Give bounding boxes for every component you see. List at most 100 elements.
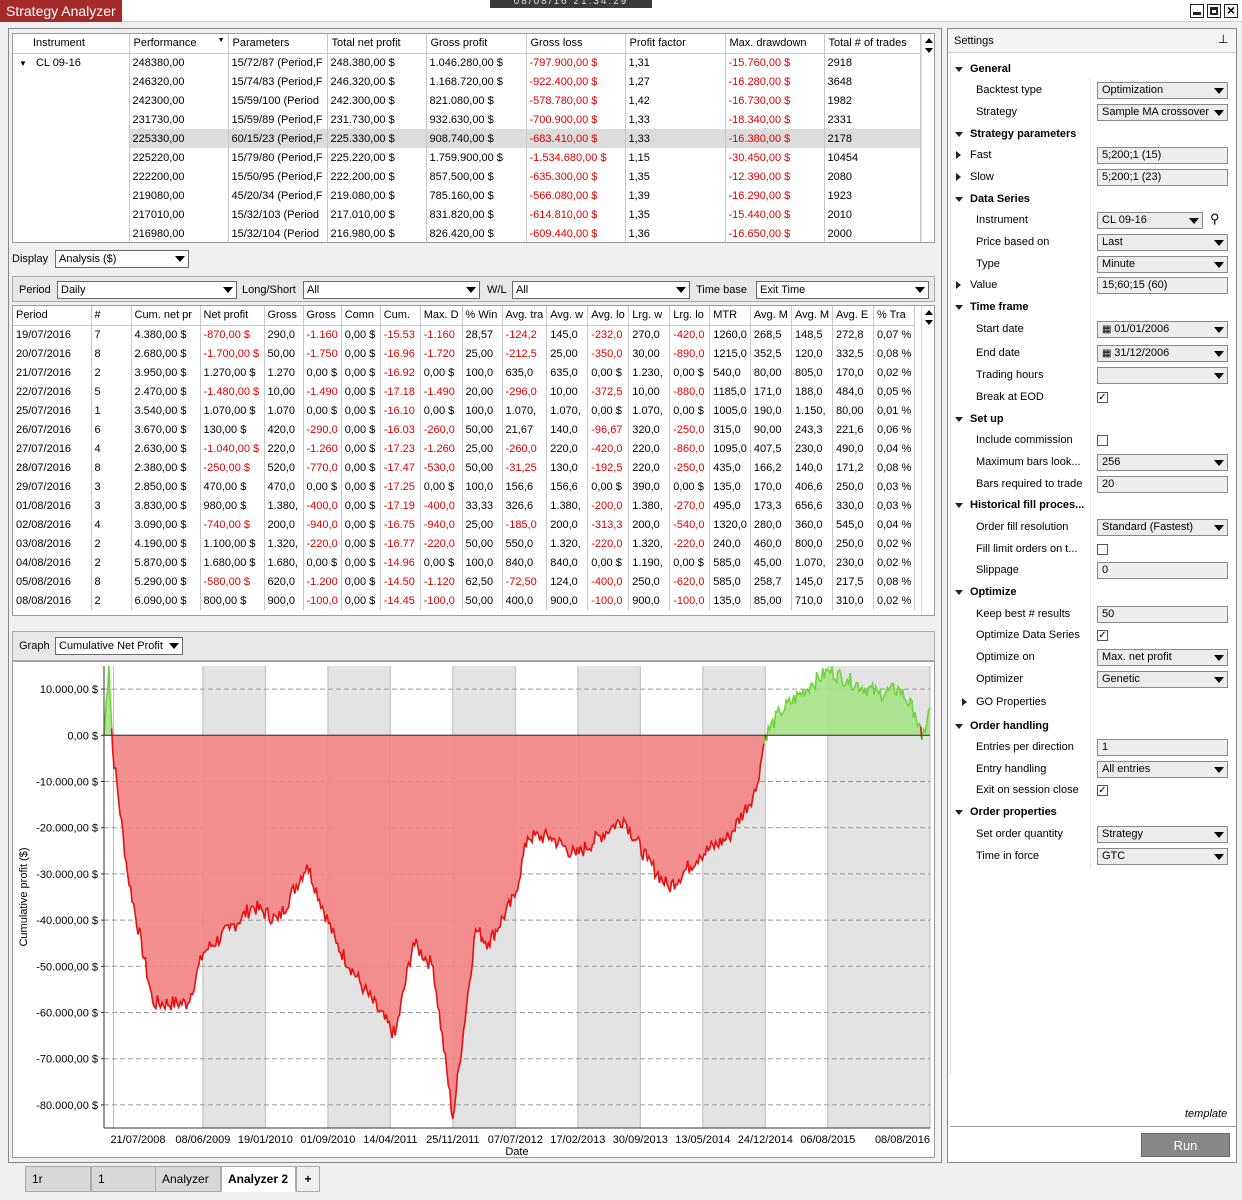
type-select[interactable]: Minute [1097, 256, 1228, 273]
template-link[interactable]: template [1185, 1108, 1227, 1120]
results-column-header[interactable]: Total net profit [327, 34, 427, 54]
search-icon[interactable]: ⚲ [1210, 211, 1220, 227]
optimize_data_series-checkbox[interactable]: ✓ [1097, 630, 1108, 641]
analysis-column-header[interactable]: Avg. lo [587, 306, 630, 326]
slippage-field[interactable]: 0 [1097, 562, 1228, 579]
analysis-column-header[interactable]: Cum. [380, 306, 421, 326]
section-order_properties[interactable]: Order properties [970, 806, 1057, 818]
analysis-column-header[interactable]: Gross [264, 306, 304, 326]
optimize_on-select[interactable]: Max. net profit [1097, 649, 1228, 666]
results-scrollbar[interactable] [921, 34, 934, 242]
maximize-button[interactable] [1207, 4, 1221, 18]
section-order_handling[interactable]: Order handling [970, 720, 1049, 732]
fill_limit-checkbox[interactable] [1097, 544, 1108, 555]
analysis-row[interactable]: 08/08/2016 2 6.090,00 $800,00 $900,0 -100,0… [13, 591, 916, 610]
value-field[interactable]: 15;60;15 (60) [1097, 277, 1228, 294]
wl-select[interactable]: All [512, 281, 690, 299]
analysis-column-header[interactable]: Period [13, 306, 92, 326]
section-collapse-icon[interactable] [955, 503, 963, 508]
results-row[interactable]: 216980,00 15/32/104 (Period 216.980,00 $82… [13, 224, 921, 242]
results-row[interactable]: 225330,00 60/15/23 (Period,F 225.330,00 $9… [13, 129, 921, 148]
analysis-column-header[interactable]: Comn [341, 306, 381, 326]
minimize-button[interactable] [1190, 4, 1204, 18]
max_bars-select[interactable]: 256 [1097, 454, 1228, 471]
results-column-header[interactable]: Parameters [228, 34, 328, 54]
fast-field[interactable]: 5;200;1 (15) [1097, 147, 1228, 164]
results-column-header[interactable]: Instrument [13, 34, 130, 54]
analysis-row[interactable]: 26/07/2016 6 3.670,00 $130,00 $420,0 -290,0… [13, 420, 916, 439]
analysis-column-header[interactable]: % Tra [873, 306, 916, 326]
section-data_series[interactable]: Data Series [970, 193, 1030, 205]
section-historical[interactable]: Historical fill proces... [970, 499, 1084, 511]
pin-icon[interactable]: ⊥ [1218, 32, 1228, 46]
results-row[interactable]: 219080,00 45/20/34 (Period,F 219.080,00 $7… [13, 186, 921, 205]
results-column-header[interactable]: Gross loss [526, 34, 626, 54]
analysis-row[interactable]: 03/08/2016 2 4.190,00 $1.100,00 $1.320, -22… [13, 534, 916, 553]
analysis-column-header[interactable]: Avg. w [546, 306, 589, 326]
period-select[interactable]: Daily [57, 281, 237, 299]
instrument-select[interactable]: CL 09-16 [1097, 212, 1203, 229]
analysis-row[interactable]: 29/07/2016 3 2.850,00 $470,00 $470,0 0,00 $… [13, 477, 916, 496]
analysis-column-header[interactable]: Net profit [200, 306, 265, 326]
analysis-row[interactable]: 20/07/2016 8 2.680,00 $ -1.700,00 $50,00 -1.… [13, 344, 916, 363]
set_order_quantity-select[interactable]: Strategy [1097, 826, 1228, 843]
section-collapse-icon[interactable] [955, 305, 963, 310]
analysis-column-header[interactable]: Avg. M [750, 306, 792, 326]
analysis-column-header[interactable]: Avg. M [791, 306, 833, 326]
analysis-column-header[interactable]: Lrg. lo [669, 306, 711, 326]
expand-icon[interactable] [956, 281, 961, 289]
analysis-scrollbar[interactable] [921, 306, 934, 615]
section-time_frame[interactable]: Time frame [970, 301, 1029, 313]
analysis-row[interactable]: 01/08/2016 3 3.830,00 $980,00 $1.380, -400,… [13, 496, 916, 515]
results-column-header[interactable]: Gross profit [426, 34, 527, 54]
section-collapse-icon[interactable] [955, 724, 963, 729]
results-row[interactable]: 222200,00 15/50/95 (Period,F 222.200,00 $8… [13, 167, 921, 186]
results-column-header[interactable]: Max. drawdown [725, 34, 825, 54]
analysis-column-header[interactable]: MTR [709, 306, 751, 326]
analysis-column-header[interactable]: Max. D [420, 306, 463, 326]
results-row[interactable]: 242300,00 15/59/100 (Period 242.300,00 $82… [13, 91, 921, 110]
analysis-column-header[interactable]: Cum. net pr [131, 306, 201, 326]
keep_best-field[interactable]: 50 [1097, 606, 1228, 623]
analysis-column-header[interactable]: Gross [303, 306, 342, 326]
analysis-row[interactable]: 04/08/2016 2 5.870,00 $1.680,00 $1.680, 0,0… [13, 553, 916, 572]
exit_on_session_close-checkbox[interactable]: ✓ [1097, 785, 1108, 796]
results-row[interactable]: 225220,00 15/79/80 (Period,F 225.220,00 $1… [13, 148, 921, 167]
order_fill-select[interactable]: Standard (Fastest) [1097, 519, 1228, 536]
display-select[interactable]: Analysis ($) [55, 250, 189, 268]
section-collapse-icon[interactable] [955, 417, 963, 422]
section-collapse-icon[interactable] [955, 197, 963, 202]
analysis-column-header[interactable]: Lrg. w [628, 306, 671, 326]
bars_required-field[interactable]: 20 [1097, 476, 1228, 493]
section-collapse-icon[interactable] [955, 67, 963, 72]
add-tab-button[interactable]: + [296, 1166, 320, 1192]
include_commission-checkbox[interactable] [1097, 435, 1108, 446]
price_based_on-select[interactable]: Last [1097, 234, 1228, 251]
entries_per_direction-field[interactable]: 1 [1097, 739, 1228, 756]
tab-1r[interactable]: 1r [25, 1166, 91, 1192]
section-collapse-icon[interactable] [955, 810, 963, 815]
analysis-row[interactable]: 02/08/2016 4 3.090,00 $ -740,00 $200,0 -940,… [13, 515, 916, 534]
trading_hours-select[interactable] [1097, 367, 1228, 384]
section-optimize[interactable]: Optimize [970, 586, 1016, 598]
time_in_force-select[interactable]: GTC [1097, 848, 1228, 865]
results-row[interactable]: 246320,00 15/74/83 (Period,F 246.320,00 $1… [13, 72, 921, 91]
results-column-header[interactable]: Performance ▼ [129, 34, 229, 54]
tab-analyzer[interactable]: Analyzer [155, 1166, 221, 1192]
expand-icon[interactable] [956, 173, 961, 181]
timebase-select[interactable]: Exit Time [756, 281, 929, 299]
results-column-header[interactable]: Profit factor [625, 34, 726, 54]
results-row[interactable]: 231730,00 15/59/89 (Period,F 231.730,00 $9… [13, 110, 921, 129]
analysis-row[interactable]: 21/07/2016 2 3.950,00 $1.270,00 $1.270 0,00… [13, 363, 916, 382]
results-column-header[interactable]: Total # of trades [824, 34, 921, 54]
run-button[interactable]: Run [1141, 1133, 1230, 1157]
collapse-icon[interactable]: ▼ [16, 59, 27, 68]
analysis-column-header[interactable]: # [91, 306, 132, 326]
analysis-column-header[interactable]: Avg. E [832, 306, 874, 326]
section-collapse-icon[interactable] [955, 590, 963, 595]
tab-analyzer-2[interactable]: Analyzer 2 [221, 1166, 296, 1192]
analysis-row[interactable]: 28/07/2016 8 2.380,00 $ -250,00 $520,0 -770,… [13, 458, 916, 477]
analysis-row[interactable]: 05/08/2016 8 5.290,00 $ -580,00 $620,0 -1.20… [13, 572, 916, 591]
optimizer-select[interactable]: Genetic [1097, 671, 1228, 688]
graph-select[interactable]: Cumulative Net Profit [55, 637, 183, 655]
